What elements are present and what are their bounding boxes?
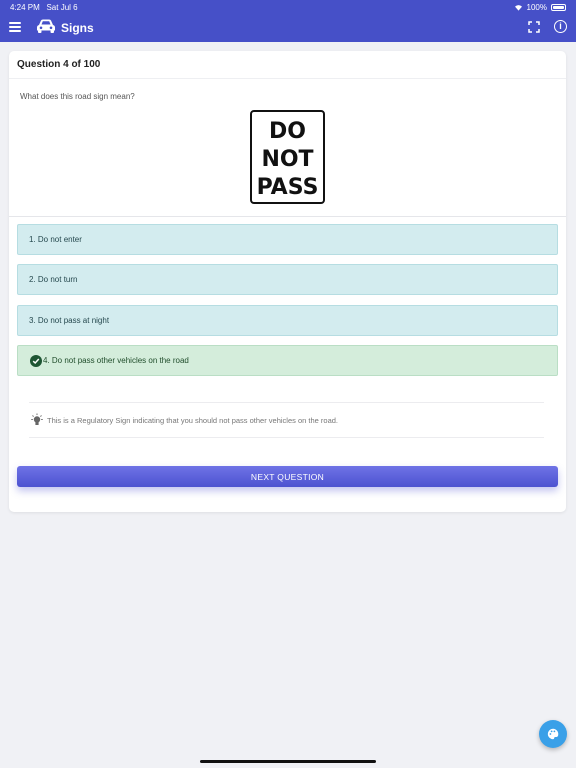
app-bar: Signs i bbox=[0, 14, 576, 42]
status-time: 4:24 PM Sat Jul 6 bbox=[10, 3, 78, 12]
car-icon bbox=[37, 19, 55, 33]
road-sign-image: DO NOT PASS bbox=[250, 110, 325, 204]
answer-option-label: 3. Do not pass at night bbox=[29, 316, 110, 325]
answer-option-label: 2. Do not turn bbox=[29, 275, 78, 284]
answer-option-2[interactable]: 2. Do not turn bbox=[17, 264, 558, 295]
menu-icon[interactable] bbox=[9, 20, 21, 34]
answer-option-1[interactable]: 1. Do not enter bbox=[17, 224, 558, 255]
answer-option-3[interactable]: 3. Do not pass at night bbox=[17, 305, 558, 336]
wifi-icon bbox=[514, 5, 522, 11]
battery-percent: 100% bbox=[526, 3, 547, 12]
quiz-card: Question 4 of 100 What does this road si… bbox=[9, 51, 566, 512]
status-right: 100% bbox=[514, 3, 566, 12]
next-question-button[interactable]: NEXT QUESTION bbox=[17, 466, 558, 487]
answer-option-label: 1. Do not enter bbox=[29, 235, 82, 244]
sign-line-3: PASS bbox=[257, 175, 319, 200]
fullscreen-icon[interactable] bbox=[528, 21, 540, 33]
explanation-text: This is a Regulatory Sign indicating tha… bbox=[47, 415, 339, 425]
palette-icon bbox=[547, 728, 559, 740]
explanation: This is a Regulatory Sign indicating tha… bbox=[29, 402, 544, 438]
app-title: Signs bbox=[61, 21, 94, 35]
battery-icon bbox=[551, 4, 566, 11]
status-date: Sat Jul 6 bbox=[46, 3, 78, 12]
divider bbox=[9, 216, 566, 217]
status-time-value: 4:24 PM bbox=[10, 3, 40, 12]
status-bar: 4:24 PM Sat Jul 6 100% bbox=[0, 0, 576, 14]
sign-line-2: NOT bbox=[261, 147, 313, 172]
home-indicator bbox=[200, 760, 376, 763]
question-counter: Question 4 of 100 bbox=[9, 51, 566, 79]
top-bar: 4:24 PM Sat Jul 6 100% Signs i bbox=[0, 0, 576, 42]
info-icon[interactable]: i bbox=[554, 20, 567, 33]
checkmark-icon bbox=[30, 354, 42, 367]
sign-line-1: DO bbox=[269, 119, 306, 144]
answer-option-label: 4. Do not pass other vehicles on the roa… bbox=[43, 356, 189, 365]
lightbulb-icon bbox=[31, 413, 43, 425]
answer-option-4-correct[interactable]: 4. Do not pass other vehicles on the roa… bbox=[17, 345, 558, 376]
palette-button[interactable] bbox=[539, 720, 567, 748]
question-text: What does this road sign mean? bbox=[20, 92, 135, 101]
